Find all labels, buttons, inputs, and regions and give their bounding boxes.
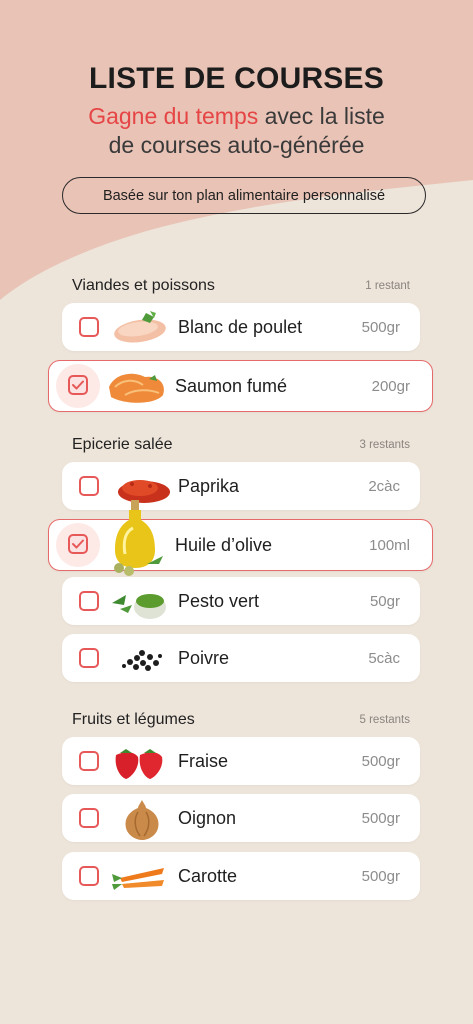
checkbox[interactable] [79,648,99,668]
subtitle-highlight: Gagne du temps [88,103,259,129]
checkbox[interactable] [79,591,99,611]
checkbox[interactable] [79,476,99,496]
item-quantity: 5càc [368,650,400,667]
section-header-epicerie: Epicerie salée 3 restants [72,436,410,454]
checkbox-checked[interactable] [68,375,88,395]
onion-icon [125,800,159,840]
section-count: 1 restant [365,280,410,292]
item-label: Oignon [178,808,237,828]
item-quantity: 200gr [371,378,410,395]
strawberry-icon [115,749,163,779]
list-item-poivre[interactable]: Poivre 5càc [62,634,420,682]
smoked-salmon-icon [109,373,164,403]
item-quantity: 50gr [369,593,400,610]
pesto-icon [112,594,166,619]
section-count: 5 restants [359,714,411,726]
check-icon [72,380,84,390]
item-label: Pesto vert [178,591,260,611]
section-title: Epicerie salée [72,436,173,453]
item-quantity: 500gr [361,868,400,885]
subtitle-line1-rest: avec la liste [258,103,385,129]
list-item-carotte[interactable]: Carotte 500gr [62,852,420,900]
section-count: 3 restants [359,439,411,451]
olive-oil-icon [114,500,163,576]
pepper-icon [122,650,162,671]
checkbox[interactable] [79,808,99,828]
item-quantity: 100ml [369,537,410,554]
item-label: Blanc de poulet [178,317,303,337]
item-label: Fraise [178,751,229,771]
subtitle-line2: de courses auto-générée [108,132,365,158]
page-subtitle: Gagne du temps avec la liste de courses … [0,102,473,160]
carrot-icon [112,868,164,890]
item-label: Poivre [178,648,230,668]
list-item-oignon[interactable]: Oignon 500gr [62,794,420,842]
checkbox[interactable] [79,751,99,771]
item-label: Paprika [178,476,240,496]
list-item-blanc-de-poulet[interactable]: Blanc de poulet 500gr [62,303,420,351]
item-label: Saumon fumé [175,376,288,396]
item-label: Carotte [178,866,238,886]
section-header-viandes: Viandes et poissons 1 restant [72,277,410,295]
item-label: Huile d’olive [175,535,273,555]
section-title: Fruits et légumes [72,711,195,728]
list-item-saumon-fume[interactable]: Saumon fumé 200gr [48,360,433,412]
item-quantity: 500gr [361,753,400,770]
checkbox-checked[interactable] [68,534,88,554]
checkbox[interactable] [79,317,99,337]
screen: LISTE DE COURSES Gagne du temps avec la … [0,0,473,1024]
list-item-pesto-vert[interactable]: Pesto vert 50gr [62,577,420,625]
chicken-breast-icon [114,311,166,343]
section-title: Viandes et poissons [72,277,215,294]
item-quantity: 500gr [361,319,400,336]
list-item-huile-d-olive[interactable]: Huile d’olive 100ml [48,500,433,576]
item-quantity: 2càc [368,478,400,495]
page-title: LISTE DE COURSES [89,62,384,95]
check-icon [72,539,84,549]
section-header-fruits: Fruits et légumes 5 restants [72,711,410,729]
list-item-fraise[interactable]: Fraise 500gr [62,737,420,785]
item-quantity: 500gr [361,810,400,827]
plan-pill: Basée sur ton plan alimentaire personnal… [62,177,426,214]
checkbox[interactable] [79,866,99,886]
